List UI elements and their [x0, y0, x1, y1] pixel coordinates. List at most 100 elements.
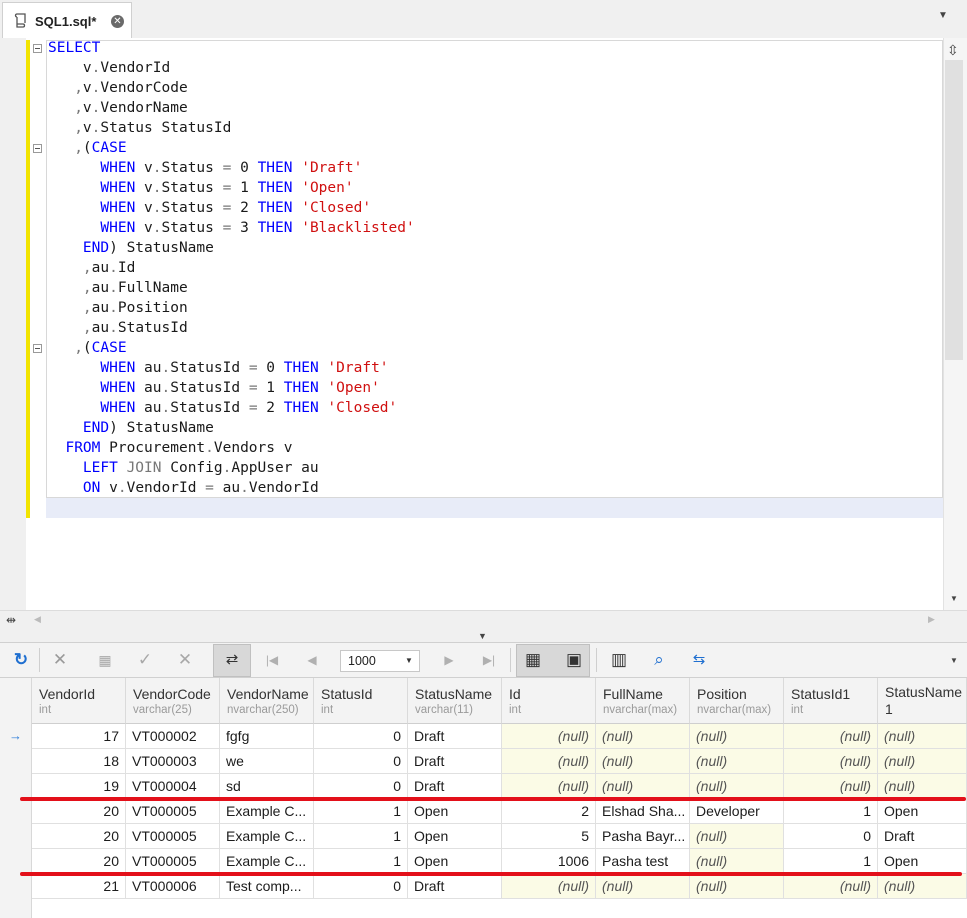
table-cell[interactable]: Open	[408, 799, 502, 824]
table-cell[interactable]: 1	[314, 824, 408, 849]
table-cell[interactable]: 1	[784, 849, 878, 874]
table-cell[interactable]: Developer	[690, 799, 784, 824]
table-cell[interactable]: (null)	[690, 849, 784, 874]
find-icon[interactable]: ⌕	[648, 649, 670, 671]
table-cell[interactable]: Draft	[878, 824, 967, 849]
export-icon[interactable]: ⇆	[688, 649, 710, 671]
table-cell[interactable]: (null)	[502, 874, 596, 899]
table-cell[interactable]: 1	[314, 799, 408, 824]
code-line[interactable]: WHEN v.Status = 2 THEN 'Closed'	[48, 198, 415, 218]
table-cell[interactable]: 21	[32, 874, 126, 899]
table-cell[interactable]: Draft	[408, 874, 502, 899]
cancel-icon[interactable]: ✕	[174, 649, 196, 671]
code-line[interactable]: WHEN v.Status = 0 THEN 'Draft'	[48, 158, 415, 178]
apply-icon[interactable]: ✓	[134, 649, 156, 671]
row-limit-select[interactable]: 1000 ▼	[340, 650, 420, 672]
code-line[interactable]: END) StatusName	[48, 418, 415, 438]
table-cell[interactable]: (null)	[878, 774, 967, 799]
table-row[interactable]: 17 VT000002 fgfg 0 Draft (null) (null) (null) (n…	[32, 724, 967, 749]
scroll-right-icon[interactable]: ▶	[928, 614, 935, 625]
last-page-icon[interactable]: ▶|	[478, 649, 500, 671]
table-row[interactable]: 20 VT000005 Example C... 1 Open 1006 Pasha tes…	[32, 849, 967, 874]
table-cell[interactable]: (null)	[878, 724, 967, 749]
scroll-down-icon[interactable]: ▼	[950, 594, 958, 603]
chevron-down-icon[interactable]: ▼	[938, 10, 948, 21]
table-cell[interactable]: (null)	[690, 774, 784, 799]
code-line[interactable]: ,au.Position	[48, 298, 415, 318]
code-line[interactable]: WHEN au.StatusId = 1 THEN 'Open'	[48, 378, 415, 398]
code-line[interactable]: WHEN au.StatusId = 2 THEN 'Closed'	[48, 398, 415, 418]
table-cell[interactable]: Pasha Bayr...	[596, 824, 690, 849]
column-header[interactable]: StatusId int	[314, 678, 408, 724]
code-line[interactable]: WHEN v.Status = 1 THEN 'Open'	[48, 178, 415, 198]
delete-icon[interactable]: ✕	[49, 649, 71, 671]
code-line[interactable]: ,(CASE	[48, 338, 415, 358]
split-editor-icon[interactable]: ⇳	[947, 42, 959, 59]
column-header[interactable]: Position nvarchar(max)	[690, 678, 784, 724]
table-cell[interactable]: (null)	[690, 724, 784, 749]
split-horizontal-icon[interactable]: ⇹	[6, 613, 16, 627]
code-line[interactable]: END) StatusName	[48, 238, 415, 258]
table-cell[interactable]: (null)	[596, 874, 690, 899]
table-cell[interactable]: VT000005	[126, 849, 220, 874]
table-cell[interactable]: VT000003	[126, 749, 220, 774]
table-cell[interactable]: (null)	[690, 824, 784, 849]
table-cell[interactable]: Test comp...	[220, 874, 314, 899]
table-cell[interactable]: 18	[32, 749, 126, 774]
code-line[interactable]: ,au.FullName	[48, 278, 415, 298]
table-cell[interactable]: (null)	[784, 774, 878, 799]
table-cell[interactable]: (null)	[878, 749, 967, 774]
scroll-left-icon[interactable]: ◀	[34, 614, 41, 625]
table-cell[interactable]: 0	[314, 774, 408, 799]
table-row[interactable]: 19 VT000004 sd 0 Draft (null) (null) (null) (nul…	[32, 774, 967, 799]
table-cell[interactable]: 19	[32, 774, 126, 799]
previous-page-icon[interactable]: ◀	[301, 649, 323, 671]
table-row[interactable]: 21 VT000006 Test comp... 0 Draft (null) (null)…	[32, 874, 967, 899]
table-cell[interactable]: (null)	[784, 874, 878, 899]
code-line[interactable]: ,v.VendorName	[48, 98, 415, 118]
table-cell[interactable]: (null)	[596, 749, 690, 774]
sql-code[interactable]: SELECT v.VendorId ,v.VendorCode ,v.Vendo…	[48, 38, 415, 498]
table-cell[interactable]: 0	[314, 874, 408, 899]
table-cell[interactable]: 17	[32, 724, 126, 749]
table-cell[interactable]: 0	[314, 724, 408, 749]
table-cell[interactable]: Open	[878, 849, 967, 874]
columns-icon[interactable]: ▥	[608, 649, 630, 671]
table-cell[interactable]: 0	[784, 824, 878, 849]
column-header[interactable]: Id int	[502, 678, 596, 724]
table-cell[interactable]: Example C...	[220, 799, 314, 824]
table-cell[interactable]: 1	[314, 849, 408, 874]
table-cell[interactable]: Example C...	[220, 849, 314, 874]
column-header[interactable]: StatusName varchar(11)	[408, 678, 502, 724]
table-cell[interactable]: fgfg	[220, 724, 314, 749]
tab-sql1[interactable]: SQL1.sql* ✕	[2, 2, 132, 38]
refresh-icon[interactable]: ↻	[10, 649, 32, 671]
table-cell[interactable]: VT000002	[126, 724, 220, 749]
table-cell[interactable]: Open	[408, 824, 502, 849]
table-cell[interactable]: (null)	[690, 874, 784, 899]
table-row[interactable]: 18 VT000003 we 0 Draft (null) (null) (null) (nul…	[32, 749, 967, 774]
table-cell[interactable]: Example C...	[220, 824, 314, 849]
table-cell[interactable]: 20	[32, 824, 126, 849]
table-cell[interactable]: VT000005	[126, 824, 220, 849]
code-line[interactable]: ,(CASE	[48, 138, 415, 158]
table-cell[interactable]: Open	[878, 799, 967, 824]
first-page-icon[interactable]: |◀	[261, 649, 283, 671]
code-line[interactable]: ,au.Id	[48, 258, 415, 278]
fold-toggle-icon[interactable]	[33, 144, 42, 153]
table-cell[interactable]: 0	[314, 749, 408, 774]
table-cell[interactable]: Draft	[408, 749, 502, 774]
table-cell[interactable]: (null)	[502, 774, 596, 799]
code-line[interactable]: SELECT	[48, 38, 415, 58]
table-cell[interactable]: (null)	[502, 724, 596, 749]
table-cell[interactable]: (null)	[878, 874, 967, 899]
table-cell[interactable]: (null)	[784, 749, 878, 774]
table-cell[interactable]: (null)	[596, 724, 690, 749]
column-header[interactable]: VendorId int	[32, 678, 126, 724]
table-cell[interactable]: 1006	[502, 849, 596, 874]
next-page-icon[interactable]: ▶	[438, 649, 460, 671]
code-line[interactable]: LEFT JOIN Config.AppUser au	[48, 458, 415, 478]
code-line[interactable]: WHEN au.StatusId = 0 THEN 'Draft'	[48, 358, 415, 378]
table-cell[interactable]: 20	[32, 799, 126, 824]
code-line[interactable]: v.VendorId	[48, 58, 415, 78]
